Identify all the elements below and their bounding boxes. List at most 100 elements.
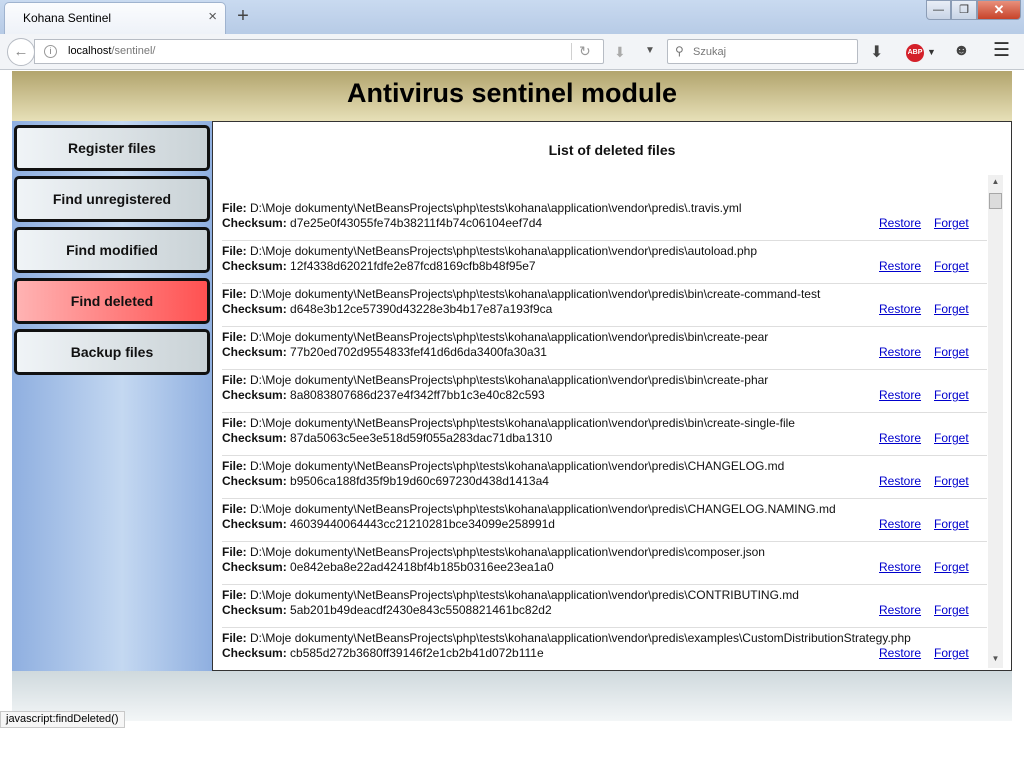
file-label: File: — [222, 459, 247, 473]
new-tab-button[interactable]: + — [232, 4, 254, 28]
page-header: Antivirus sentinel module — [12, 71, 1012, 121]
list-item: File: D:\Moje dokumenty\NetBeansProjects… — [222, 542, 987, 585]
checksum-line: Checksum: 87da5063c5ee3e518d59f055a283da… — [222, 431, 552, 445]
window-close-button[interactable]: ✕ — [977, 0, 1021, 20]
file-path: D:\Moje dokumenty\NetBeansProjects\php\t… — [250, 631, 911, 645]
forget-link[interactable]: Forget — [934, 474, 969, 488]
search-icon: ⚲ — [675, 44, 684, 58]
file-label: File: — [222, 244, 247, 258]
backup-files-button[interactable]: Backup files — [14, 329, 210, 375]
file-path: D:\Moje dokumenty\NetBeansProjects\php\t… — [250, 459, 785, 473]
restore-link[interactable]: Restore — [879, 431, 921, 445]
find-unregistered-button[interactable]: Find unregistered — [14, 176, 210, 222]
navigation-toolbar: ← i localhost/sentinel/ ↻ ⬇ ▼ ⚲ Szukaj ⬇… — [0, 34, 1024, 70]
file-path-line: File: D:\Moje dokumenty\NetBeansProjects… — [222, 545, 765, 559]
file-label: File: — [222, 588, 247, 602]
list-item: File: D:\Moje dokumenty\NetBeansProjects… — [222, 456, 987, 499]
forget-link[interactable]: Forget — [934, 216, 969, 230]
tab-title: Kohana Sentinel — [23, 11, 112, 25]
restore-link[interactable]: Restore — [879, 646, 921, 660]
deleted-files-list[interactable]: File: D:\Moje dokumenty\NetBeansProjects… — [222, 198, 987, 668]
reload-icon[interactable]: ↻ — [579, 43, 591, 60]
forget-link[interactable]: Forget — [934, 388, 969, 402]
restore-link[interactable]: Restore — [879, 302, 921, 316]
adblock-dropdown-icon[interactable]: ▼ — [927, 47, 936, 57]
file-path-line: File: D:\Moje dokumenty\NetBeansProjects… — [222, 373, 768, 387]
url-text: localhost/sentinel/ — [68, 45, 155, 57]
window-minimize-button[interactable]: — — [926, 0, 951, 20]
scrollbar-thumb[interactable] — [989, 193, 1002, 209]
scroll-down-icon[interactable]: ▼ — [988, 652, 1003, 666]
tab-close-icon[interactable]: × — [208, 8, 217, 25]
list-item: File: D:\Moje dokumenty\NetBeansProjects… — [222, 241, 987, 284]
checksum-line: Checksum: 5ab201b49deacdf2430e843c550882… — [222, 603, 552, 617]
list-item: File: D:\Moje dokumenty\NetBeansProjects… — [222, 499, 987, 542]
page-footer — [12, 671, 1012, 721]
forget-link[interactable]: Forget — [934, 345, 969, 359]
find-deleted-button[interactable]: Find deleted — [14, 278, 210, 324]
chevron-down-icon[interactable]: ▼ — [645, 45, 655, 56]
list-item: File: D:\Moje dokumenty\NetBeansProjects… — [222, 413, 987, 456]
checksum-label: Checksum: — [222, 474, 287, 488]
scrollbar[interactable]: ▲ ▼ — [988, 175, 1003, 668]
file-path: D:\Moje dokumenty\NetBeansProjects\php\t… — [250, 502, 836, 516]
list-item: File: D:\Moje dokumenty\NetBeansProjects… — [222, 284, 987, 327]
restore-link[interactable]: Restore — [879, 517, 921, 531]
forget-link[interactable]: Forget — [934, 259, 969, 273]
window-maximize-button[interactable]: ❐ — [951, 0, 977, 20]
file-label: File: — [222, 502, 247, 516]
file-path-line: File: D:\Moje dokumenty\NetBeansProjects… — [222, 459, 784, 473]
browser-tab[interactable]: Kohana Sentinel × — [4, 2, 226, 34]
download-icon[interactable]: ⬇ — [870, 42, 883, 62]
checksum-label: Checksum: — [222, 259, 287, 273]
file-path: D:\Moje dokumenty\NetBeansProjects\php\t… — [250, 201, 742, 215]
adblock-icon[interactable]: ABP — [906, 44, 924, 62]
file-path: D:\Moje dokumenty\NetBeansProjects\php\t… — [250, 287, 821, 301]
pocket-icon[interactable]: ⬇ — [614, 44, 626, 61]
scroll-up-icon[interactable]: ▲ — [988, 175, 1003, 189]
checksum-value: d7e25e0f43055fe74b38211f4b74c06104eef7d4 — [290, 216, 543, 230]
forget-link[interactable]: Forget — [934, 517, 969, 531]
file-path: D:\Moje dokumenty\NetBeansProjects\php\t… — [250, 416, 795, 430]
checksum-value: 46039440064443cc21210281bce34099e258991d — [290, 517, 555, 531]
checksum-value: 12f4338d62021fdfe2e87fcd8169cfb8b48f95e7 — [290, 259, 536, 273]
forget-link[interactable]: Forget — [934, 302, 969, 316]
checksum-label: Checksum: — [222, 388, 287, 402]
smiley-icon[interactable]: ☻ — [953, 42, 970, 60]
checksum-label: Checksum: — [222, 345, 287, 359]
file-label: File: — [222, 631, 247, 645]
forget-link[interactable]: Forget — [934, 646, 969, 660]
checksum-label: Checksum: — [222, 302, 287, 316]
checksum-value: cb585d272b3680ff39146f2e1cb2b41d072b111e — [290, 646, 544, 660]
page: Antivirus sentinel module Register files… — [12, 71, 1012, 721]
restore-link[interactable]: Restore — [879, 216, 921, 230]
restore-link[interactable]: Restore — [879, 388, 921, 402]
back-arrow-icon[interactable]: ← — [7, 38, 35, 66]
info-icon[interactable]: i — [44, 45, 57, 58]
file-label: File: — [222, 416, 247, 430]
forget-link[interactable]: Forget — [934, 603, 969, 617]
hamburger-menu-icon[interactable]: ☰ — [993, 41, 1010, 60]
find-modified-button[interactable]: Find modified — [14, 227, 210, 273]
url-separator — [571, 43, 572, 60]
file-label: File: — [222, 287, 247, 301]
checksum-label: Checksum: — [222, 517, 287, 531]
checksum-value: 5ab201b49deacdf2430e843c5508821461bc82d2 — [290, 603, 552, 617]
restore-link[interactable]: Restore — [879, 560, 921, 574]
checksum-line: Checksum: b9506ca188fd35f9b19d60c697230d… — [222, 474, 549, 488]
checksum-label: Checksum: — [222, 646, 287, 660]
file-path-line: File: D:\Moje dokumenty\NetBeansProjects… — [222, 330, 768, 344]
content-title: List of deleted files — [548, 142, 676, 158]
url-bar[interactable]: i localhost/sentinel/ ↻ — [34, 39, 604, 64]
search-input[interactable]: ⚲ Szukaj — [667, 39, 858, 64]
restore-link[interactable]: Restore — [879, 474, 921, 488]
restore-link[interactable]: Restore — [879, 259, 921, 273]
restore-link[interactable]: Restore — [879, 345, 921, 359]
file-path: D:\Moje dokumenty\NetBeansProjects\php\t… — [250, 588, 799, 602]
restore-link[interactable]: Restore — [879, 603, 921, 617]
register-files-button[interactable]: Register files — [14, 125, 210, 171]
search-placeholder: Szukaj — [693, 46, 727, 58]
checksum-line: Checksum: 8a8083807686d237e4f342ff7bb1c3… — [222, 388, 545, 402]
forget-link[interactable]: Forget — [934, 560, 969, 574]
forget-link[interactable]: Forget — [934, 431, 969, 445]
